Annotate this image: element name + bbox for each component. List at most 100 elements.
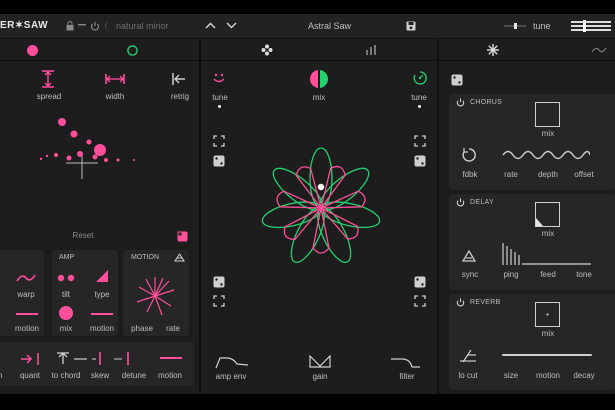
left-tune-label: tune	[212, 93, 228, 102]
feedback-icon[interactable]	[461, 147, 477, 163]
type-icon[interactable]	[95, 269, 109, 283]
minus-icon[interactable]	[78, 24, 86, 27]
chorus-rate-label: rate	[504, 170, 518, 179]
lo-cut-icon[interactable]	[459, 349, 477, 363]
skew-icon[interactable]	[92, 352, 108, 365]
window-top-border	[0, 0, 615, 14]
detune-label: detune	[121, 371, 147, 380]
reverb-size-label: size	[503, 371, 519, 380]
tab-osc-pink-dot-icon[interactable]	[27, 45, 38, 56]
mix-dot-icon[interactable]	[59, 306, 73, 320]
detune-icon[interactable]	[114, 352, 144, 365]
reverb-power-icon[interactable]	[456, 298, 465, 307]
amp-env-icon[interactable]	[215, 355, 249, 369]
width-label: width	[105, 92, 125, 101]
window-bottom-border	[0, 394, 615, 410]
tab-star-icon[interactable]	[487, 44, 499, 56]
filter-icon[interactable]	[390, 356, 420, 368]
focus-icon-right[interactable]	[414, 135, 426, 147]
triangle-icon[interactable]	[174, 253, 185, 262]
dice-icon-lower[interactable]	[213, 276, 225, 288]
delay-power-icon[interactable]	[456, 198, 465, 207]
output-meter[interactable]	[571, 20, 611, 32]
width-icon[interactable]	[105, 73, 125, 85]
mix-label: mix	[59, 324, 73, 333]
tab-network-icon[interactable]	[261, 44, 273, 56]
macro-slider[interactable]	[504, 23, 526, 29]
chorus-depth-label: depth	[537, 170, 559, 179]
delay-taps-icon[interactable]	[502, 243, 592, 265]
lock-icon[interactable]	[66, 21, 74, 31]
reverb-mix-label: mix	[541, 329, 555, 338]
quant-arrow-icon[interactable]	[20, 353, 40, 365]
macro-label: tune	[533, 21, 551, 31]
tab-wave-icon[interactable]	[591, 46, 607, 54]
right-tune-label: tune	[411, 93, 427, 102]
chorus-fdbk-label: fdbk	[462, 170, 478, 179]
dice-icon-fx[interactable]	[451, 74, 463, 86]
gain-icon[interactable]	[309, 355, 331, 368]
chevron-up-icon[interactable]	[205, 22, 216, 29]
spread-label: spread	[36, 92, 62, 101]
reverb-title: REVERB	[470, 299, 501, 306]
to-chord-icon[interactable]	[56, 352, 88, 365]
motion-bar-3-icon[interactable]	[160, 357, 182, 360]
motion-bar-2-icon[interactable]	[91, 313, 113, 316]
quant-label: quant	[19, 371, 41, 380]
reverb-motion-label: motion	[535, 371, 560, 380]
tilt-icon[interactable]	[57, 274, 77, 282]
reverb-size-slider[interactable]	[502, 353, 592, 357]
filter-label: filter	[399, 372, 415, 381]
spread-icon[interactable]	[41, 70, 55, 88]
mix-balance-icon[interactable]	[310, 70, 328, 88]
motion-bar-icon[interactable]	[16, 313, 38, 316]
focus-icon-lower[interactable]	[213, 295, 225, 307]
tab-osc-green-ring-icon[interactable]	[127, 45, 138, 56]
unison-voice-display[interactable]	[34, 117, 144, 183]
dice-icon-right[interactable]	[414, 155, 426, 167]
mixer-tabs	[201, 39, 437, 61]
skew-label: skew	[90, 371, 110, 380]
motion-2-label: motion	[89, 324, 114, 333]
reverb-decay-label: decay	[573, 371, 595, 380]
focus-icon[interactable]	[213, 135, 225, 147]
focus-icon-lower-right[interactable]	[414, 295, 426, 307]
delay-tone-label: tone	[576, 270, 592, 279]
delay-mix-label: mix	[541, 229, 555, 238]
motion-title: MOTION	[131, 254, 159, 261]
motion-burst-icon[interactable]	[135, 276, 175, 316]
save-icon[interactable]	[406, 21, 416, 31]
chorus-power-icon[interactable]	[456, 98, 465, 107]
retrig-icon[interactable]	[172, 72, 186, 86]
right-tune-icon[interactable]	[412, 70, 428, 86]
mix-label: mix	[312, 93, 326, 102]
motion-label: motion	[14, 324, 39, 333]
chorus-wave-icon[interactable]	[502, 148, 590, 162]
chorus-mix-label: mix	[541, 129, 555, 138]
mixer-panel: tune mix tune amp env gain filter	[201, 39, 437, 410]
expand-toggle-icon[interactable]	[177, 231, 188, 242]
smile-icon[interactable]	[212, 73, 226, 84]
tilt-label: tilt	[62, 290, 70, 299]
dice-icon-lower-right[interactable]	[414, 276, 426, 288]
power-icon[interactable]	[90, 21, 100, 31]
amp-env-label: amp env	[215, 372, 247, 381]
bottom-label-m: m	[0, 371, 9, 380]
phase-label: phase	[131, 324, 153, 333]
tab-bars-icon[interactable]	[366, 45, 376, 55]
preset-category[interactable]: natural minor	[116, 21, 169, 31]
preset-name[interactable]: Astral Saw	[308, 21, 351, 31]
reverb-lo-cut-label: lo cut	[458, 371, 478, 380]
dice-icon[interactable]	[213, 155, 225, 167]
dot-icon-right	[418, 105, 421, 108]
sync-icon[interactable]	[462, 250, 476, 262]
delay-mix-box[interactable]	[535, 202, 560, 227]
chorus-mix-box[interactable]	[535, 102, 560, 127]
delay-ping-label: ping	[503, 270, 519, 279]
oscillator-visualizer[interactable]	[256, 143, 386, 273]
delay-title: DELAY	[470, 199, 494, 206]
chevron-down-icon[interactable]	[226, 22, 237, 29]
warp-icon[interactable]	[16, 273, 36, 283]
reset-button[interactable]: Reset	[66, 231, 100, 240]
reverb-mix-box[interactable]	[535, 302, 560, 327]
